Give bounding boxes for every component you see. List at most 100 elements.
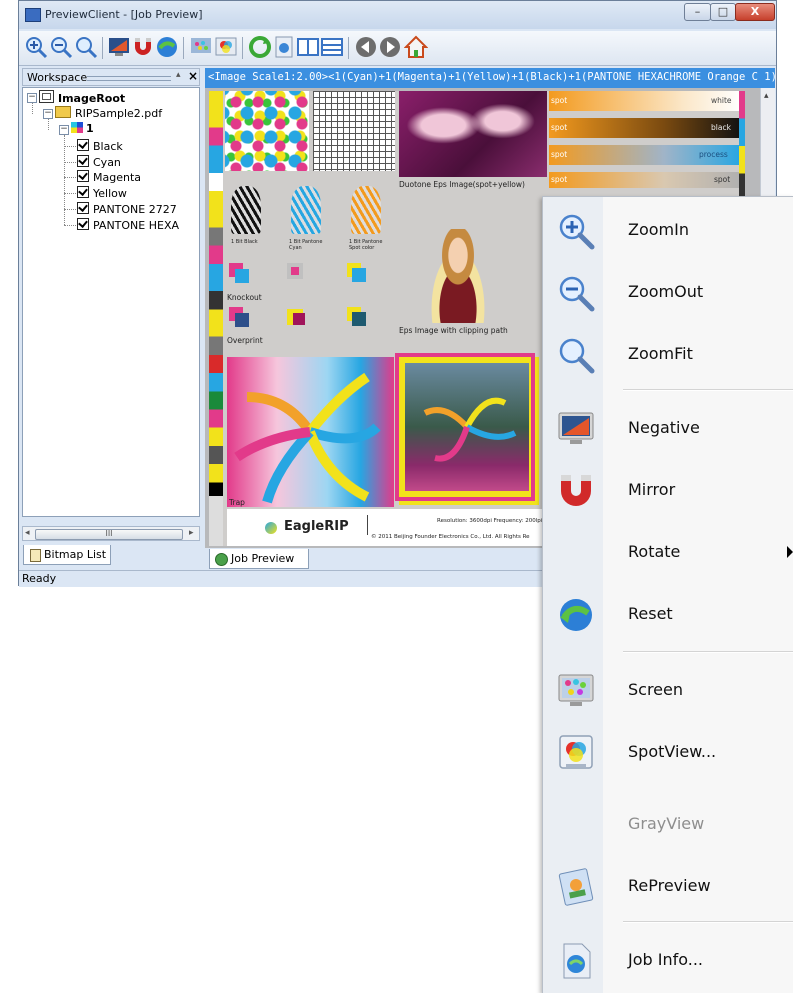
page-colors-icon bbox=[71, 122, 83, 133]
next-icon bbox=[380, 37, 400, 57]
toolbar-mirror-button[interactable] bbox=[131, 35, 155, 59]
toolbar-zoom-fit-button[interactable] bbox=[74, 35, 98, 59]
reset-icon bbox=[157, 37, 177, 57]
toolbar-home-button[interactable] bbox=[404, 35, 428, 59]
workspace-close-icon[interactable]: × bbox=[188, 69, 198, 83]
app-icon bbox=[25, 8, 41, 22]
close-button[interactable]: X bbox=[735, 3, 775, 21]
checkbox[interactable] bbox=[77, 202, 89, 214]
home-icon bbox=[404, 35, 428, 58]
tree-collapse-toggle[interactable]: − bbox=[59, 125, 69, 135]
menu-item-label: Reset bbox=[628, 604, 673, 623]
image-info-text: <Image Scale1:2.00><1(Cyan)+1(Magenta)+1… bbox=[208, 71, 775, 83]
menu-item-zoom-out[interactable]: ZoomOut bbox=[543, 265, 793, 321]
tree-line bbox=[64, 135, 65, 225]
workspace-header: Workspace ▴ × bbox=[22, 68, 200, 86]
tree-item-label: PANTONE 2727 bbox=[93, 203, 177, 216]
repreview-icon bbox=[556, 867, 596, 907]
menu-item-screen[interactable]: Screen bbox=[543, 663, 793, 719]
clipping-path-portrait bbox=[421, 229, 495, 323]
zebra-caption: 1 Bit Pantone Cyan bbox=[289, 239, 323, 251]
toolbar-spot-view-button[interactable] bbox=[214, 35, 238, 59]
grid-pattern bbox=[313, 91, 395, 171]
checkbox[interactable] bbox=[77, 218, 89, 230]
trap-label: Trap bbox=[229, 498, 245, 507]
tree-item-black[interactable]: Black bbox=[77, 139, 123, 153]
tree-item-pantone-2727[interactable]: PANTONE 2727 bbox=[77, 202, 177, 216]
mirror-icon bbox=[135, 38, 151, 55]
workspace-horizontal-scrollbar[interactable]: ◂ III ▸ bbox=[22, 526, 200, 541]
tree-node-page[interactable]: 1 bbox=[71, 122, 94, 136]
tree-collapse-toggle[interactable]: − bbox=[27, 93, 37, 103]
scroll-up-arrow-icon[interactable]: ▴ bbox=[764, 91, 769, 101]
menu-item-zoom-fit[interactable]: ZoomFit bbox=[543, 327, 793, 383]
tab-bitmap-list[interactable]: Bitmap List bbox=[23, 545, 111, 565]
toolbar-reset-button[interactable] bbox=[155, 35, 179, 59]
toolbar-previous-button[interactable] bbox=[354, 35, 378, 59]
overprint-square bbox=[352, 312, 366, 326]
checkbox[interactable] bbox=[77, 186, 89, 198]
workspace-tree: − ImageRoot − RIPSample2.pdf − 1 Black C… bbox=[22, 87, 200, 517]
menu-item-spotview[interactable]: SpotView... bbox=[543, 725, 793, 781]
toolbar-refresh-button[interactable] bbox=[248, 35, 272, 59]
menu-item-zoom-in[interactable]: ZoomIn bbox=[543, 203, 793, 259]
tree-item-pantone-hexa[interactable]: PANTONE HEXA bbox=[77, 218, 179, 232]
workspace-drag-grip[interactable] bbox=[87, 76, 171, 81]
scroll-right-arrow-icon[interactable]: ▸ bbox=[189, 528, 194, 538]
menu-item-rotate[interactable]: Rotate bbox=[543, 525, 793, 581]
job-preview-icon bbox=[215, 553, 228, 566]
toolbar-zoom-in-button[interactable] bbox=[24, 35, 48, 59]
toolbar-single-page-button[interactable] bbox=[296, 35, 320, 59]
tree-line bbox=[64, 225, 76, 226]
zoom-out-icon bbox=[51, 37, 73, 59]
zoom-in-icon bbox=[556, 211, 596, 251]
menu-item-mirror[interactable]: Mirror bbox=[543, 463, 793, 519]
tree-line bbox=[64, 146, 76, 147]
toolbar-screen-button[interactable] bbox=[189, 35, 213, 59]
zebra-caption: 1 Bit Pantone Spot color bbox=[349, 239, 383, 251]
negative-icon bbox=[109, 38, 129, 56]
tree-node-image-root[interactable]: ImageRoot bbox=[39, 90, 125, 105]
menu-item-grayview[interactable]: GrayView bbox=[543, 797, 793, 853]
scroll-left-arrow-icon[interactable]: ◂ bbox=[25, 528, 30, 538]
tab-job-preview[interactable]: Job Preview bbox=[209, 549, 309, 569]
tab-label: Job Preview bbox=[231, 552, 295, 565]
toolbar-next-button[interactable] bbox=[378, 35, 402, 59]
scroll-thumb[interactable]: III bbox=[35, 529, 183, 540]
checkbox[interactable] bbox=[77, 170, 89, 182]
zebra-black bbox=[231, 186, 261, 234]
folder-icon bbox=[55, 106, 71, 118]
menu-item-label: ZoomIn bbox=[628, 220, 689, 239]
spot-label: spot bbox=[551, 175, 568, 184]
toolbar-zoom-out-button[interactable] bbox=[49, 35, 73, 59]
menu-item-reset[interactable]: Reset bbox=[543, 587, 793, 643]
tree-collapse-toggle[interactable]: − bbox=[43, 109, 53, 119]
title-bar[interactable]: PreviewClient - [Job Preview] – □ X bbox=[19, 1, 776, 29]
checkbox[interactable] bbox=[77, 155, 89, 167]
menu-item-repreview[interactable]: RePreview bbox=[543, 859, 793, 915]
checkbox[interactable] bbox=[77, 139, 89, 151]
minimize-button[interactable]: – bbox=[684, 3, 711, 21]
toolbar-job-info-button[interactable] bbox=[272, 35, 296, 59]
tree-item-magenta[interactable]: Magenta bbox=[77, 170, 141, 184]
toolbar bbox=[19, 31, 776, 66]
tree-item-cyan[interactable]: Cyan bbox=[77, 155, 121, 169]
tree-item-yellow[interactable]: Yellow bbox=[77, 186, 127, 200]
context-menu: ZoomIn ZoomOut ZoomFit Negative Mirror R… bbox=[542, 196, 793, 993]
maximize-button[interactable]: □ bbox=[710, 3, 736, 21]
duotone-caption: Duotone Eps Image(spot+yellow) bbox=[399, 180, 525, 189]
pin-icon[interactable]: ▴ bbox=[176, 70, 181, 80]
toolbar-two-page-button[interactable] bbox=[320, 35, 344, 59]
toolbar-negative-button[interactable] bbox=[107, 35, 131, 59]
rows-icon bbox=[321, 38, 343, 56]
tree-node-file[interactable]: RIPSample2.pdf bbox=[55, 106, 162, 120]
menu-item-job-info[interactable]: Job Info... bbox=[543, 933, 793, 989]
bitmap-list-icon bbox=[30, 549, 41, 562]
copyright-text: © 2011 Beijing Founder Electronics Co., … bbox=[371, 534, 530, 540]
right-color-strip bbox=[739, 91, 745, 201]
menu-item-negative[interactable]: Negative bbox=[543, 401, 793, 457]
tree-line bbox=[48, 119, 49, 130]
book-icon bbox=[297, 38, 319, 56]
tree-item-label: Black bbox=[93, 140, 123, 153]
status-text: Ready bbox=[22, 572, 57, 585]
